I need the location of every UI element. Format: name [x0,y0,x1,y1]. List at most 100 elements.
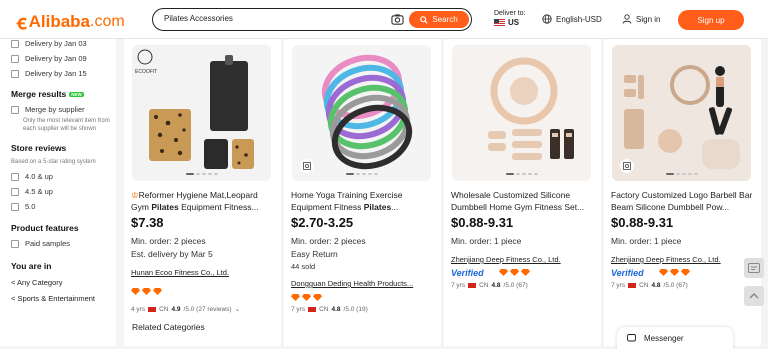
checkbox[interactable] [11,105,19,114]
title-text: ... [391,202,399,212]
chevron-down-icon[interactable]: ⌄ [235,305,240,313]
supplier-diamonds [659,269,690,276]
reviews-note: Based on a 5-star rating system [11,159,96,165]
product-card[interactable]: ECOOFIT ♔Reformer Hygiene Mat,Leopard Gy… [124,39,281,346]
search-icon [420,15,428,24]
checkbox[interactable] [11,202,19,211]
supplier-diamonds [291,294,322,301]
supplier-years: 4 yrs [131,305,146,313]
product-card[interactable]: Factory Customized Logo Barbell Bar Beam… [604,39,761,346]
product-image[interactable] [452,45,591,181]
image-search-icon[interactable] [300,159,314,173]
filter-sidebar: Delivery by Jan 03 Delivery by Jan 09 De… [0,39,116,346]
feedback-icon [748,263,760,273]
checkbox[interactable] [11,39,19,48]
supplier-link[interactable]: Hunan Ecoo Fitness Co., Ltd. [131,268,229,277]
supplier-score: 4.8 [651,282,661,289]
supplier-link[interactable]: Zhenjiang Deep Fitness Co., Ltd. [451,255,561,264]
user-icon [622,14,632,24]
supplier-rating: 7 yrs CN 4.8/5.0 (19) [291,306,368,313]
language-selector[interactable]: English-USD [542,14,602,24]
checkbox[interactable] [11,54,19,63]
supplier-score: 4.8 [331,306,341,313]
camera-icon[interactable] [391,13,404,26]
search-input[interactable]: Pilates Accessories [164,14,233,23]
checkbox[interactable] [11,69,19,78]
alibaba-logo[interactable]: ꞓ Alibaba .com [17,8,125,35]
merge-option[interactable]: Merge by supplier [11,102,116,117]
supplier-rating: 4 yrs CN 4.9/5.0 (27 reviews) ⌄ [131,305,240,314]
supplier-score-detail: /5.0 (67) [663,282,688,289]
delivery-option-label: Delivery by Jan 09 [25,54,87,63]
product-image[interactable]: ECOOFIT [132,45,271,181]
image-dots[interactable] [505,173,538,175]
sold-count: 44 sold [291,262,316,271]
min-order: Min. order: 2 pieces [291,236,366,246]
category-crumb[interactable]: < Any Category [11,274,116,290]
deliver-label: Deliver to: [494,10,526,17]
verified-badge[interactable]: Verified [611,268,644,278]
merge-note: Only the most relevant item from each su… [23,118,110,132]
image-dots[interactable] [185,173,218,175]
delivery-option[interactable]: Delivery by Jan 03 [11,36,116,51]
image-dots[interactable] [345,173,378,175]
supplier-years: 7 yrs [291,306,306,313]
chat-icon [627,333,636,341]
product-title[interactable]: Wholesale Customized Silicone Dumbbell H… [451,189,596,213]
supplier-rating: 7 yrs CN 4.8/5.0 (67) [451,282,528,289]
product-card[interactable]: Home Yoga Training Exercise Equipment Fi… [284,39,441,346]
feedback-button[interactable] [744,258,764,278]
supplier-years: 7 yrs [611,282,626,289]
signin-link[interactable]: Sign in [622,14,660,24]
signup-button[interactable]: Sign up [678,10,744,30]
supplier-country: CN [479,282,489,289]
verified-badge[interactable]: Verified [451,268,484,278]
supplier-link[interactable]: Dongguan Deding Health Products... [291,279,413,288]
search-button[interactable]: Search [409,11,469,28]
category-crumb[interactable]: < Sports & Entertainment [11,290,116,306]
product-title[interactable]: Factory Customized Logo Barbell Bar Beam… [611,189,756,213]
back-to-top-button[interactable] [744,286,764,306]
review-option[interactable]: 4.5 & up [11,184,116,199]
deliver-to[interactable]: Deliver to: US [494,10,526,27]
merge-option-label: Merge by supplier [25,105,85,114]
checkbox[interactable] [11,239,19,248]
product-features-heading: Product features [11,223,79,233]
related-categories-heading: Related Categories [132,322,205,332]
review-option-label: 5.0 [25,202,36,211]
checkbox[interactable] [11,187,19,196]
delivery-option[interactable]: Delivery by Jan 09 [11,51,116,66]
top-header: ꞓ Alibaba .com Pilates Accessories Search… [0,0,768,39]
language-label: English-USD [556,14,602,24]
crown-icon: ♔ [131,190,139,200]
supplier-country: CN [319,306,329,313]
title-text: Wholesale Customized Silicone Dumbbell H… [451,190,585,212]
supplier-diamonds [499,269,530,276]
title-text: Equipment Fitness... [178,202,259,212]
product-price: $7.38 [131,215,164,230]
review-option[interactable]: 4.0 & up [11,169,116,184]
delivery-option[interactable]: Delivery by Jan 15 [11,66,116,81]
checkbox[interactable] [11,172,19,181]
store-reviews-heading: Store reviews [11,143,67,153]
review-option-label: 4.5 & up [25,187,53,196]
review-option[interactable]: 5.0 [11,199,116,214]
supplier-link[interactable]: Zhenjiang Deep Fitness Co., Ltd. [611,255,721,264]
product-title[interactable]: ♔Reformer Hygiene Mat,Leopard Gym Pilate… [131,189,276,213]
easy-return: Easy Return [291,249,338,259]
product-title[interactable]: Home Yoga Training Exercise Equipment Fi… [291,189,436,213]
search-button-label: Search [432,15,458,24]
search-bar[interactable]: Pilates Accessories Search [152,8,472,31]
image-search-icon[interactable] [620,159,634,173]
product-image[interactable] [612,45,751,181]
image-dots[interactable] [665,173,698,175]
fitness-set-illustration [612,45,751,181]
features-option[interactable]: Paid samples [11,236,116,251]
product-image[interactable] [292,45,431,181]
product-card[interactable]: Wholesale Customized Silicone Dumbbell H… [444,39,601,346]
cn-flag-icon [468,283,477,288]
you-are-in-heading: You are in [11,261,52,271]
supplier-score: 4.9 [171,305,181,313]
brand-label: ECOOFIT [135,69,157,75]
leopard-mat-illustration: ECOOFIT [132,45,271,181]
